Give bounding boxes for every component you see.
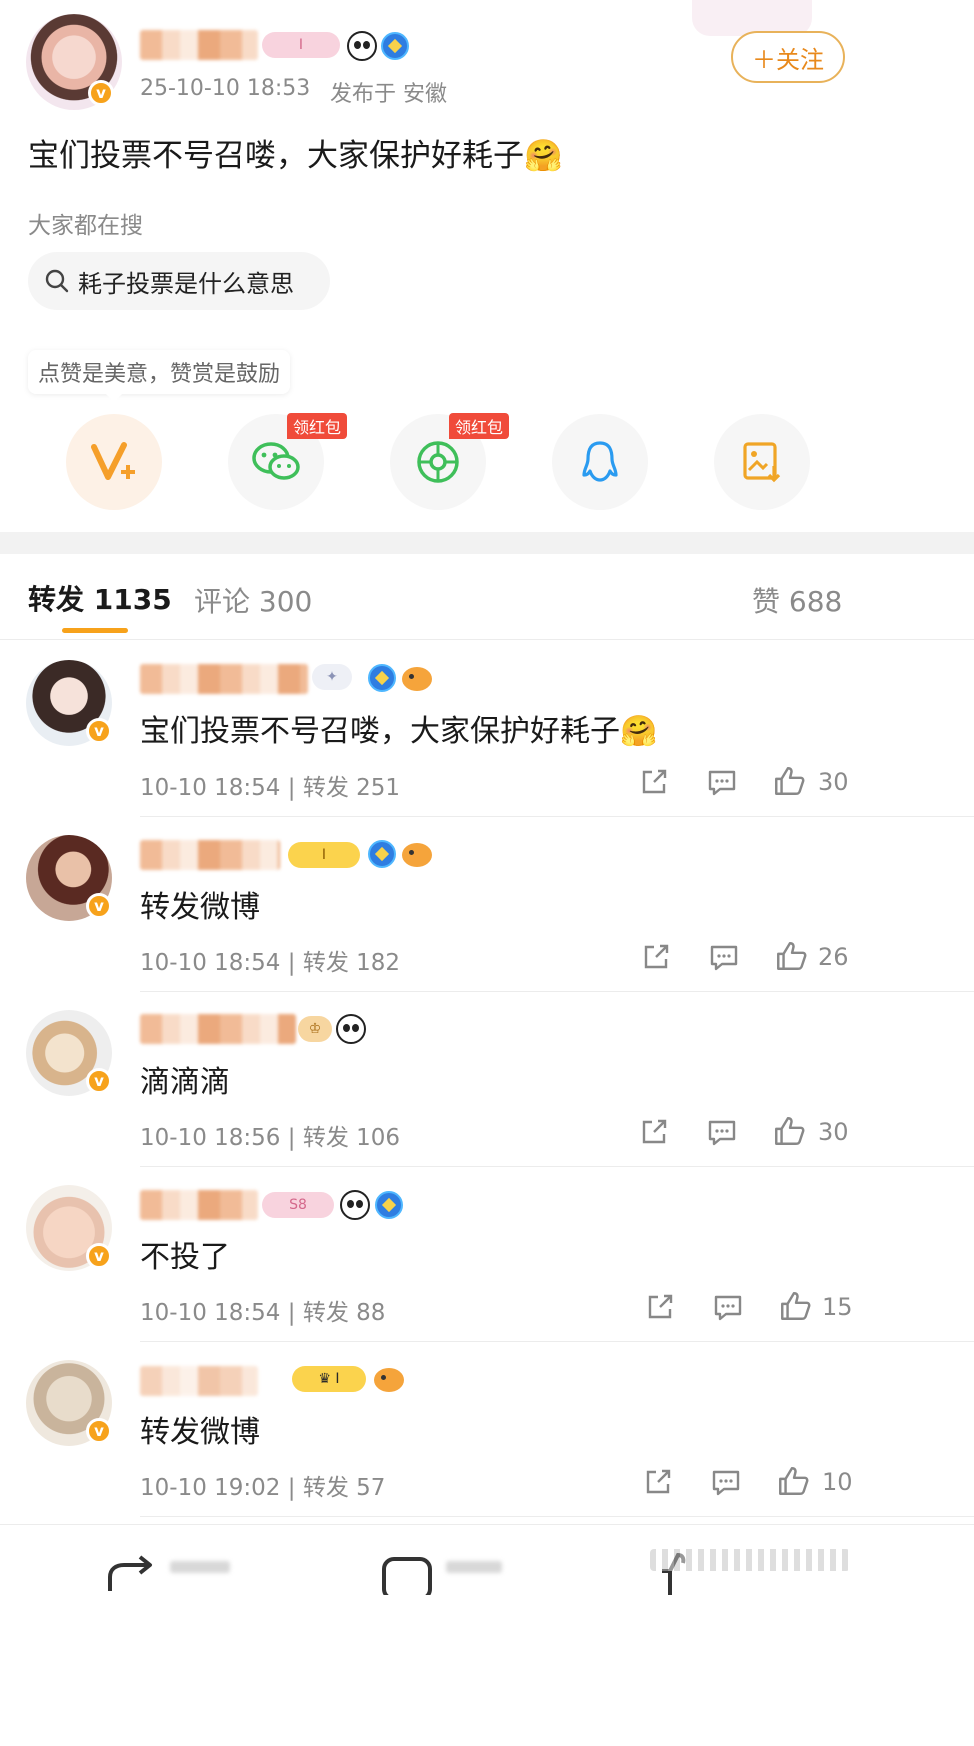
repost-username-redacted[interactable]	[140, 664, 308, 694]
save-image-icon	[743, 442, 781, 483]
repost-toolbar-count-redacted	[170, 1561, 230, 1573]
hongbao-tag-moments: 领红包	[449, 413, 510, 439]
like-icon[interactable]	[776, 1464, 810, 1498]
item-divider	[140, 1166, 974, 1167]
like-count: 15	[822, 1293, 853, 1321]
search-heading: 大家都在搜	[28, 213, 143, 239]
share-icon[interactable]	[640, 941, 672, 973]
level-badge: ✦	[312, 664, 352, 690]
comment-icon[interactable]	[706, 1116, 738, 1148]
reward-tip: 点赞是美意，赞赏是鼓励	[28, 350, 291, 394]
fish-badge-icon	[402, 667, 432, 691]
tabs-divider	[0, 639, 974, 640]
vip-badge-icon	[368, 664, 396, 692]
follow-label: ＋关注	[752, 45, 824, 74]
bottom-toolbar	[0, 1524, 974, 1746]
fish-badge-icon	[402, 843, 432, 867]
like-icon[interactable]	[778, 1289, 812, 1323]
reward-tip-arrow	[104, 392, 124, 402]
level-badge: ♛ I	[292, 1366, 366, 1392]
panda-icon	[340, 1190, 370, 1220]
like-icon[interactable]	[772, 1114, 806, 1148]
level-badge: ♔	[298, 1016, 332, 1042]
v-plus-icon	[91, 442, 135, 480]
verified-badge-icon: v	[86, 1418, 112, 1444]
moments-icon	[417, 441, 459, 483]
share-icon[interactable]	[642, 1466, 674, 1498]
repost-text: 转发微博	[140, 1415, 260, 1450]
tab-comment[interactable]: 评论 300	[194, 580, 312, 620]
wechat-icon	[252, 442, 300, 480]
hug-emoji: 🤗	[620, 714, 658, 749]
watermark-redacted	[650, 1549, 850, 1571]
save-image-button[interactable]	[714, 414, 810, 510]
repost-username-redacted[interactable]	[140, 840, 280, 870]
repost-meta: 10-10 18:56 | 转发 106	[140, 1125, 401, 1151]
repost-text: 滴滴滴	[140, 1065, 230, 1100]
verified-badge-icon: v	[86, 1068, 112, 1094]
tab-repost[interactable]: 转发 1135	[28, 578, 172, 618]
section-separator	[0, 532, 974, 554]
post-location: 发布于 安徽	[330, 82, 447, 107]
search-query: 耗子投票是什么意思	[78, 269, 294, 298]
repost-text: 宝们投票不号召喽，大家保护好耗子🤗	[140, 714, 658, 749]
repost-username-redacted[interactable]	[140, 1366, 258, 1396]
search-suggestion-chip[interactable]: 耗子投票是什么意思	[28, 252, 330, 310]
repost-meta: 10-10 19:02 | 转发 57	[140, 1475, 386, 1501]
verified-badge-icon: v	[86, 1243, 112, 1269]
panda-icon	[347, 31, 377, 61]
vip-badge-icon	[368, 840, 396, 868]
item-divider	[140, 991, 974, 992]
comment-icon[interactable]	[712, 1291, 744, 1323]
repost-text: 转发微博	[140, 890, 260, 925]
repost-meta: 10-10 18:54 | 转发 88	[140, 1300, 386, 1326]
item-divider	[140, 1341, 974, 1342]
fan-level-badge: I	[262, 32, 340, 58]
reward-button[interactable]	[66, 414, 162, 510]
search-icon	[45, 269, 69, 293]
share-qq-button[interactable]	[552, 414, 648, 510]
repost-meta: 10-10 18:54 | 转发 182	[140, 950, 401, 976]
like-count: 10	[822, 1468, 853, 1496]
comment-icon[interactable]	[708, 941, 740, 973]
repost-meta: 10-10 18:54 | 转发 251	[140, 775, 401, 801]
post-text: 宝们投票不号召喽，大家保护好耗子🤗	[28, 138, 563, 174]
like-count: 26	[818, 943, 849, 971]
repost-username-redacted[interactable]	[140, 1014, 296, 1044]
repost-toolbar-icon[interactable]	[104, 1555, 160, 1595]
verified-badge-icon: v	[86, 718, 112, 744]
like-icon[interactable]	[772, 764, 806, 798]
like-count: 30	[818, 768, 849, 796]
vip-badge-icon	[381, 32, 409, 60]
hug-emoji: 🤗	[524, 138, 563, 174]
comment-toolbar-count-redacted	[446, 1561, 502, 1573]
qq-icon	[582, 441, 618, 482]
share-icon[interactable]	[638, 1116, 670, 1148]
comment-toolbar-icon[interactable]	[380, 1555, 436, 1595]
tab-like[interactable]: 赞 688	[752, 580, 842, 620]
level-badge: S8	[262, 1192, 334, 1218]
hongbao-tag-wechat: 领红包	[287, 413, 348, 439]
verified-badge-icon: v	[86, 893, 112, 919]
share-icon[interactable]	[638, 766, 670, 798]
like-icon[interactable]	[774, 939, 808, 973]
tab-active-indicator	[62, 628, 128, 633]
panda-icon	[336, 1014, 366, 1044]
author-name-redacted[interactable]	[140, 30, 258, 60]
item-divider	[140, 1516, 974, 1517]
fish-badge-icon	[374, 1368, 404, 1392]
verified-badge-icon: v	[88, 80, 114, 106]
share-icon[interactable]	[644, 1291, 676, 1323]
like-count: 30	[818, 1118, 849, 1146]
comment-icon[interactable]	[706, 766, 738, 798]
follow-button[interactable]: ＋关注	[731, 31, 845, 83]
vip-badge-icon	[375, 1191, 403, 1219]
item-divider	[140, 816, 974, 817]
level-badge: I	[288, 842, 360, 868]
repost-username-redacted[interactable]	[140, 1190, 258, 1220]
repost-text: 不投了	[140, 1240, 230, 1275]
comment-icon[interactable]	[710, 1466, 742, 1498]
post-timestamp: 25-10-10 18:53	[140, 76, 311, 101]
